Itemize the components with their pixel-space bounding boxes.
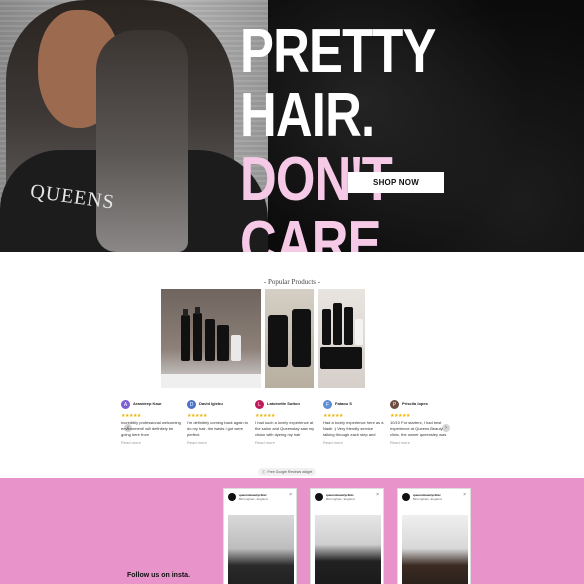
reviewer-avatar: D	[187, 400, 196, 409]
product-image-3[interactable]	[318, 289, 365, 388]
free-badge-label: Free Google Reviews widget	[267, 470, 313, 474]
hero-headline-line1: PRETTY HAIR.	[240, 17, 436, 150]
insta-post-card[interactable]: queensbeautyclinic Birmingham, England ×	[223, 488, 297, 584]
insta-location: Birmingham, England	[239, 497, 268, 501]
close-icon[interactable]: ×	[289, 492, 292, 498]
read-more-link[interactable]: Read more	[187, 440, 207, 445]
insta-location: Birmingham, England	[326, 497, 355, 501]
review-text: Had a lovely experience here as a Nadir …	[323, 420, 384, 437]
insta-heading: Follow us on insta.	[127, 572, 190, 579]
insta-location: Birmingham, England	[413, 497, 442, 501]
hero-headline: PRETTY HAIR. DON'T CARE.	[240, 17, 511, 253]
reviewer-name: Fataou S	[335, 401, 352, 406]
review-text: I'm definitely coming back again to do m…	[187, 420, 249, 437]
review-text: I had such a lovely experience at the sa…	[255, 420, 315, 437]
read-more-link[interactable]: Read more	[121, 440, 141, 445]
close-icon[interactable]: ×	[463, 492, 466, 498]
reviewer-name: Arandeep Kaur	[133, 401, 162, 406]
product-image-2[interactable]	[265, 289, 314, 388]
read-more-link[interactable]: Read more	[323, 440, 343, 445]
reviewer-avatar: A	[121, 400, 130, 409]
page: QUEENS PRETTY HAIR. DON'T CARE. SHOP NOW…	[0, 0, 584, 584]
insta-avatar	[315, 493, 323, 501]
reviewer-name: David Igiebu	[199, 401, 223, 406]
shop-now-button[interactable]: SHOP NOW	[348, 172, 444, 193]
review-stars: ★★★★★	[187, 413, 207, 419]
review-stars: ★★★★★	[390, 413, 410, 419]
free-reviews-widget-badge[interactable]: ⓘ Free Google Reviews widget	[258, 468, 317, 476]
review-card: A Arandeep Kaur ★★★★★ Incredibly profess…	[121, 400, 183, 454]
read-more-link[interactable]: Read more	[390, 440, 410, 445]
review-stars: ★★★★★	[255, 413, 275, 419]
read-more-link[interactable]: Read more	[255, 440, 275, 445]
review-card: D David Igiebu ★★★★★ I'm definitely comi…	[187, 400, 249, 454]
hero-model-photo: QUEENS	[0, 0, 268, 252]
review-text: Incredibly professional welcoming enviro…	[121, 420, 181, 437]
hero-banner: QUEENS PRETTY HAIR. DON'T CARE. SHOP NOW	[0, 0, 584, 252]
reviewer-avatar: L	[255, 400, 264, 409]
instagram-section: Follow us on insta. queensbeautyclinic B…	[0, 478, 584, 584]
insta-post-card[interactable]: queensbeautyclinic Birmingham, England ×	[310, 488, 384, 584]
close-icon[interactable]: ×	[376, 492, 379, 498]
review-text: 10/10 For starters, I had best experienc…	[390, 420, 447, 437]
review-card: F Fataou S ★★★★★ Had a lovely experience…	[323, 400, 385, 454]
review-stars: ★★★★★	[323, 413, 343, 419]
info-icon: ⓘ	[262, 469, 266, 474]
review-card: L Latoinette Sutton ★★★★★ I had such a l…	[255, 400, 317, 454]
hero-headline-line2: DON'T CARE.	[240, 145, 395, 253]
product-image-1[interactable]	[161, 289, 261, 388]
insta-post-photo	[228, 515, 294, 584]
review-stars: ★★★★★	[121, 413, 141, 419]
reviewer-avatar: F	[323, 400, 332, 409]
review-card: P Priscila lopes ★★★★★ 10/10 For starter…	[390, 400, 452, 454]
insta-post-photo	[402, 515, 468, 584]
popular-products-heading: - Popular Products -	[263, 278, 321, 286]
reviewer-name: Priscila lopes	[402, 401, 428, 406]
reviewer-name: Latoinette Sutton	[267, 401, 300, 406]
reviewer-avatar: P	[390, 400, 399, 409]
insta-avatar	[402, 493, 410, 501]
insta-avatar	[228, 493, 236, 501]
insta-post-photo	[315, 515, 381, 584]
insta-post-card[interactable]: queensbeautyclinic Birmingham, England ×	[397, 488, 471, 584]
